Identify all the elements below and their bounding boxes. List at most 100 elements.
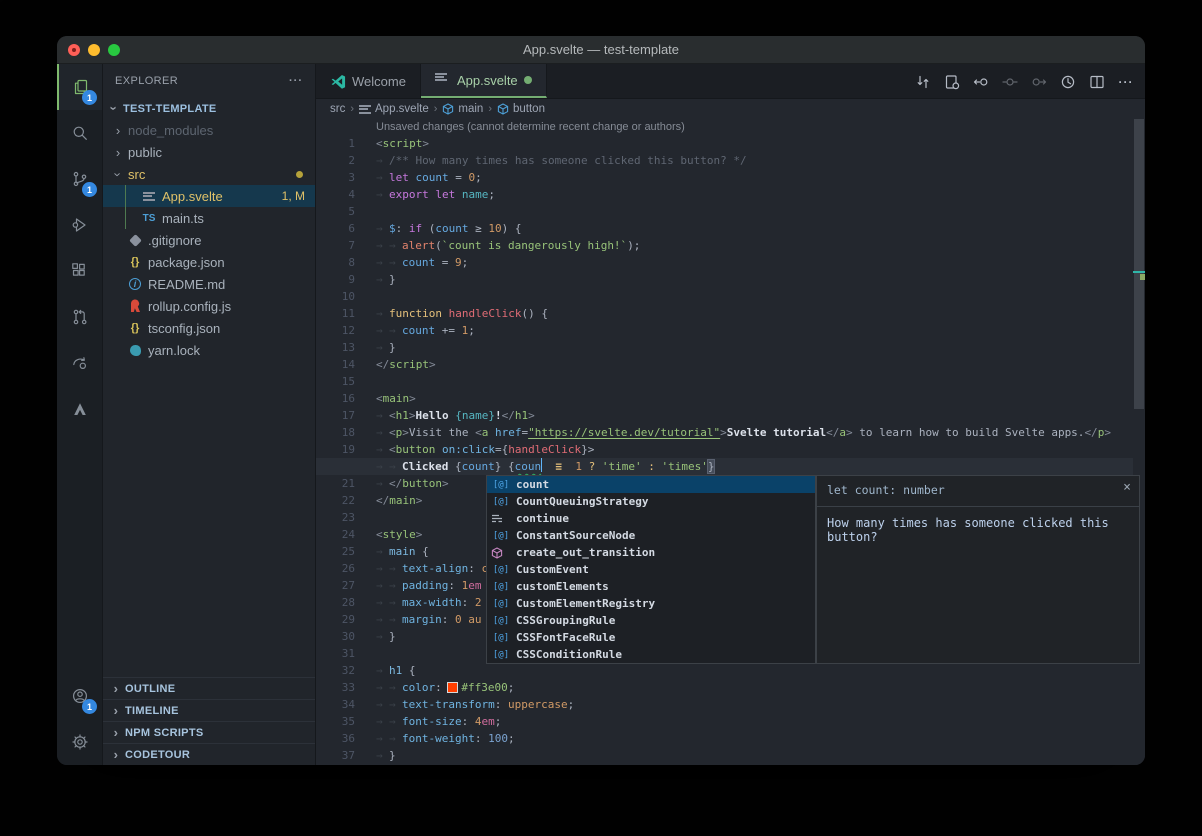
suggest-item-cssfontfacerule[interactable]: [@]CSSFontFaceRule (487, 629, 815, 646)
file-row-package-json[interactable]: {}package.json (103, 251, 315, 273)
code-line-34[interactable]: 34→→text-transform: uppercase; (316, 696, 1145, 713)
code-line-10[interactable]: 10 (316, 288, 1145, 305)
code-line-18[interactable]: 18→<p>Visit the <a href="https://svelte.… (316, 424, 1145, 441)
activity-source-control[interactable]: 1 (57, 156, 102, 202)
explorer-more-actions-button[interactable]: ··· (289, 75, 303, 87)
section-outline[interactable]: ›OUTLINE (103, 677, 315, 699)
suggest-item-constantsourcenode[interactable]: [@]ConstantSourceNode (487, 527, 815, 544)
file-history-button[interactable] (1057, 71, 1079, 93)
activity-github-pr[interactable] (57, 294, 102, 340)
file-row--gitignore[interactable]: .gitignore (103, 229, 315, 251)
current-change-button[interactable] (999, 71, 1021, 93)
code-line-20[interactable]: →→Clicked {count} {coun ≡ 1 ? 'time' : '… (316, 458, 1145, 475)
code-line-12[interactable]: 12→→count += 1; (316, 322, 1145, 339)
breadcrumb-main[interactable]: main (442, 103, 483, 115)
scrollbar-slider[interactable] (1134, 119, 1144, 409)
breadcrumb-app-svelte[interactable]: App.svelte (359, 103, 429, 115)
code-line-5[interactable]: 5 (316, 203, 1145, 220)
section-timeline[interactable]: ›TIMELINE (103, 699, 315, 721)
suggest-item-customelementregistry[interactable]: [@]CustomElementRegistry (487, 595, 815, 612)
code-line-7[interactable]: 7→→alert(`count is dangerously high!`); (316, 237, 1145, 254)
code-line-37[interactable]: 37→} (316, 747, 1145, 764)
line-number: 10 (316, 288, 376, 305)
file-row-yarn-lock[interactable]: yarn.lock (103, 339, 315, 361)
split-editor-button[interactable] (1086, 71, 1108, 93)
code-token: → (376, 747, 389, 764)
code-line-3[interactable]: 3→let count = 0; (316, 169, 1145, 186)
tab-welcome[interactable]: Welcome (316, 64, 421, 98)
activity-extensions[interactable] (57, 248, 102, 294)
more-actions-button[interactable]: ··· (1115, 71, 1137, 93)
code-line-9[interactable]: 9→} (316, 271, 1145, 288)
breadcrumb-src[interactable]: src (330, 103, 345, 115)
file-row-app-svelte[interactable]: App.svelte1, M (103, 185, 315, 207)
code-line-36[interactable]: 36→→font-weight: 100; (316, 730, 1145, 747)
code-token: 0 (455, 613, 462, 626)
workspace-root-label: TEST-TEMPLATE (123, 103, 217, 115)
previous-change-button[interactable] (970, 71, 992, 93)
code-line-15[interactable]: 15 (316, 373, 1145, 390)
activity-azure[interactable] (57, 386, 102, 432)
code-line-11[interactable]: 11→function handleClick() { (316, 305, 1145, 322)
lightbulb-icon[interactable] (352, 461, 362, 471)
code-line-32[interactable]: 32→h1 { (316, 662, 1145, 679)
file-row-rollup-config-js[interactable]: rollup.config.js (103, 295, 315, 317)
file-row-public[interactable]: ›public (103, 141, 315, 163)
section-codetour[interactable]: ›CODETOUR (103, 743, 315, 765)
suggest-item-countqueuingstrategy[interactable]: [@]CountQueuingStrategy (487, 493, 815, 510)
code-line-6[interactable]: 6→$: if (count ≥ 10) { (316, 220, 1145, 237)
code-line-4[interactable]: 4→export let name; (316, 186, 1145, 203)
suggest-item-count[interactable]: [@]count (487, 476, 815, 493)
code-line-17[interactable]: 17→<h1>Hello {name}!</h1> (316, 407, 1145, 424)
line-number: 27 (316, 577, 376, 594)
code-token: → (376, 186, 389, 203)
code-line-2[interactable]: 2→/** How many times has someone clicked… (316, 152, 1145, 169)
file-row-readme-md[interactable]: iREADME.md (103, 273, 315, 295)
title-bar[interactable]: App.svelte — test-template (57, 36, 1145, 64)
section-npm-scripts[interactable]: ›NPM SCRIPTS (103, 721, 315, 743)
breadcrumb-button[interactable]: button (497, 103, 545, 115)
code-line-8[interactable]: 8→→count = 9; (316, 254, 1145, 271)
zoom-window-button[interactable] (108, 44, 120, 56)
close-icon[interactable]: × (1123, 480, 1131, 495)
suggest-label: CSSGroupingRule (516, 614, 615, 627)
code-line-16[interactable]: 16<main> (316, 390, 1145, 407)
suggest-item-customevent[interactable]: [@]CustomEvent (487, 561, 815, 578)
code-line-14[interactable]: 14</script> (316, 356, 1145, 373)
variable-icon: [@] (491, 480, 511, 490)
file-row-node-modules[interactable]: ›node_modules (103, 119, 315, 141)
file-row-tsconfig-json[interactable]: {}tsconfig.json (103, 317, 315, 339)
code-line-35[interactable]: 35→→font-size: 4em; (316, 713, 1145, 730)
file-row-src[interactable]: ›src (103, 163, 315, 185)
code-token: h1 (396, 409, 409, 422)
code-line-19[interactable]: 19→<button on:click={handleClick}> (316, 441, 1145, 458)
suggest-label: create_out_transition (516, 546, 655, 559)
editor-scrollbar[interactable] (1133, 119, 1145, 765)
code-line-33[interactable]: 33→→color: #ff3e00; (316, 679, 1145, 696)
code-line-13[interactable]: 13→} (316, 339, 1145, 356)
suggest-item-customelements[interactable]: [@]customElements (487, 578, 815, 595)
activity-run-debug[interactable] (57, 202, 102, 248)
close-window-button[interactable] (68, 44, 80, 56)
code-editor[interactable]: Unsaved changes (cannot determine recent… (316, 119, 1145, 765)
activity-accounts[interactable]: 1 (57, 673, 102, 719)
minimize-window-button[interactable] (88, 44, 100, 56)
suggest-item-cssgroupingrule[interactable]: [@]CSSGroupingRule (487, 612, 815, 629)
activity-search[interactable] (57, 110, 102, 156)
suggest-item-create_out_transition[interactable]: create_out_transition (487, 544, 815, 561)
file-row-main-ts[interactable]: TSmain.ts (103, 207, 315, 229)
activity-explorer[interactable]: 1 (57, 64, 102, 110)
next-change-button[interactable] (1028, 71, 1050, 93)
code-token: → (389, 560, 402, 577)
suggest-item-cssconditionrule[interactable]: [@]CSSConditionRule (487, 646, 815, 663)
workspace-root-folder[interactable]: › TEST-TEMPLATE (103, 98, 315, 119)
open-preview-button[interactable] (941, 71, 963, 93)
code-token: main (389, 494, 416, 507)
activity-settings[interactable] (57, 719, 102, 765)
tab-app-svelte[interactable]: App.svelte (421, 64, 547, 98)
chevron-right-icon: › (111, 703, 121, 718)
suggest-item-continue[interactable]: continue (487, 510, 815, 527)
open-changes-button[interactable] (912, 71, 934, 93)
activity-live-share[interactable] (57, 340, 102, 386)
code-line-1[interactable]: 1<script> (316, 135, 1145, 152)
